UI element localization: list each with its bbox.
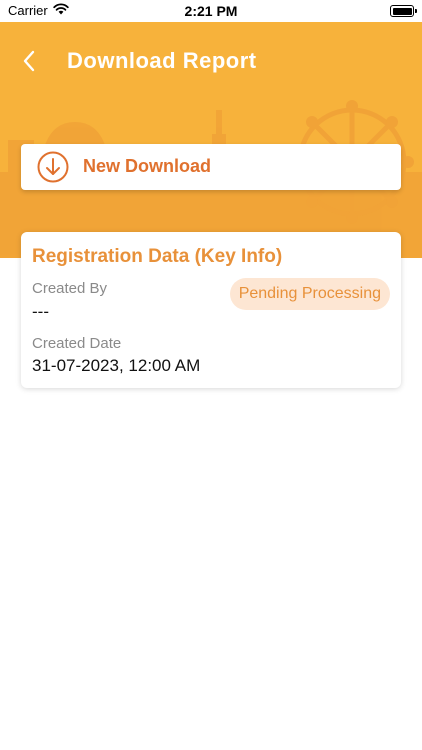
status-bar: Carrier 2:21 PM — [0, 0, 422, 22]
report-card[interactable]: Registration Data (Key Info) Created By … — [21, 232, 401, 388]
created-by-value: --- — [32, 302, 49, 321]
report-title: Registration Data (Key Info) — [32, 246, 283, 267]
created-date-value: 31-07-2023, 12:00 AM — [32, 356, 201, 375]
status-time: 2:21 PM — [184, 3, 238, 19]
new-download-label: New Download — [83, 156, 212, 176]
created-by-label: Created By — [32, 280, 108, 297]
back-button[interactable] — [14, 46, 44, 76]
chevron-left-icon — [23, 50, 35, 72]
battery-icon — [390, 5, 417, 17]
download-circle-icon — [37, 151, 69, 183]
created-date-label: Created Date — [32, 335, 122, 352]
header: Download Report — [0, 22, 422, 258]
page-title: Download Report — [67, 48, 257, 73]
status-badge: Pending Processing — [229, 278, 390, 310]
new-download-button[interactable]: New Download — [21, 144, 401, 190]
